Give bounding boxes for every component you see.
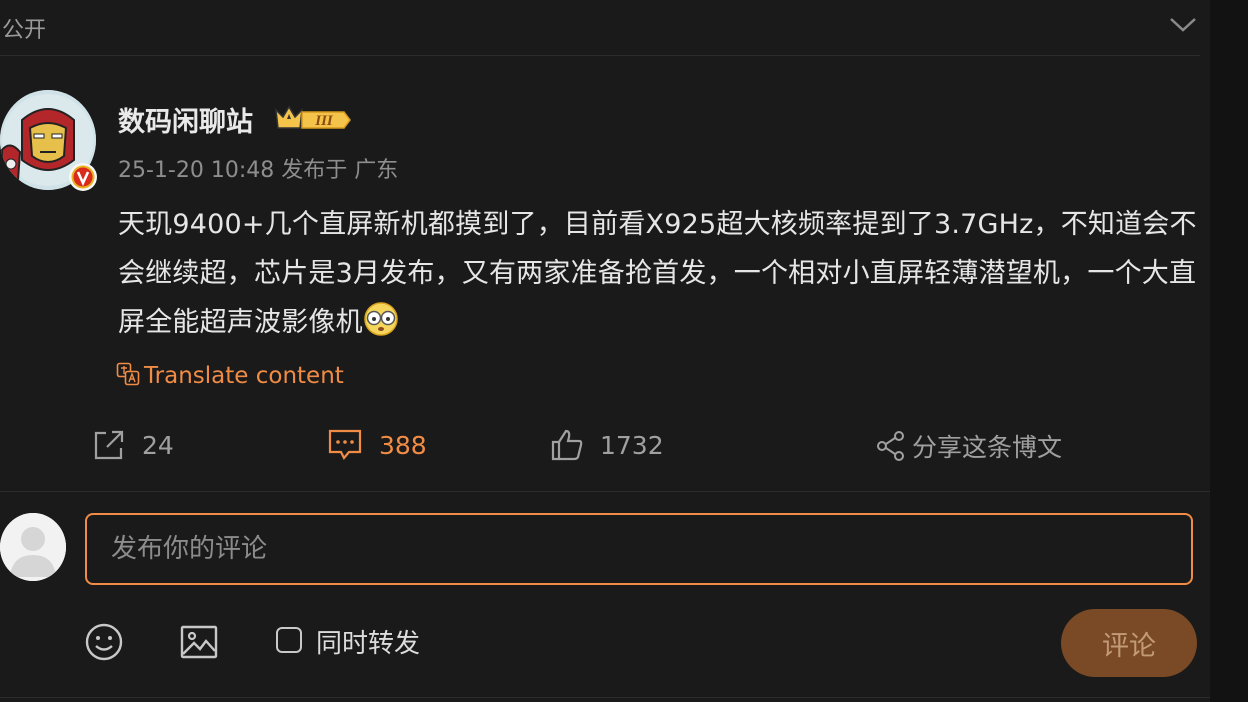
repost-button[interactable]: 24 bbox=[92, 428, 174, 462]
bottom-divider bbox=[0, 697, 1210, 698]
image-upload-icon[interactable] bbox=[179, 622, 219, 662]
repost-checkbox-label[interactable]: 同时转发 bbox=[316, 623, 420, 660]
post-timestamp: 25-1-20 10:48 bbox=[118, 158, 275, 183]
repost-count: 24 bbox=[142, 430, 174, 460]
like-button[interactable]: 1732 bbox=[550, 428, 664, 462]
current-user-avatar[interactable] bbox=[0, 513, 66, 581]
shocked-emoji-icon bbox=[364, 302, 398, 336]
share-label: 分享这条博文 bbox=[912, 433, 1063, 462]
post-text: 天玑9400+几个直屏新机都摸到了，目前看X925超大核频率提到了3.7GHz，… bbox=[118, 209, 1197, 338]
thumbs-up-icon bbox=[551, 429, 583, 461]
chevron-down-icon[interactable] bbox=[1168, 12, 1198, 36]
like-count: 1732 bbox=[600, 430, 664, 460]
share-button[interactable]: 分享这条博文 bbox=[876, 428, 1062, 464]
comment-button[interactable]: 388 bbox=[327, 428, 427, 462]
post-actions: 24 388 1732 分享这条博文 bbox=[0, 428, 1210, 478]
repost-checkbox[interactable] bbox=[276, 627, 302, 653]
emoji-picker-icon[interactable] bbox=[84, 622, 124, 662]
post-body: 天玑9400+几个直屏新机都摸到了，目前看X925超大核频率提到了3.7GHz，… bbox=[118, 200, 1203, 347]
translate-icon bbox=[116, 362, 140, 386]
divider bbox=[0, 491, 1210, 492]
level-text: III bbox=[314, 113, 334, 129]
share-icon bbox=[877, 431, 904, 461]
translate-label: Translate content bbox=[144, 363, 344, 389]
comment-icon bbox=[328, 429, 362, 460]
post-location: 发布于 广东 bbox=[281, 158, 399, 183]
comment-input[interactable] bbox=[85, 513, 1193, 585]
translate-link[interactable]: Translate content bbox=[116, 362, 344, 389]
repost-icon bbox=[94, 430, 124, 460]
crown-level-badge-icon[interactable]: III bbox=[274, 102, 352, 134]
verified-badge-icon bbox=[69, 163, 97, 191]
default-user-icon bbox=[0, 513, 66, 581]
submit-comment-button[interactable]: 评论 bbox=[1061, 609, 1197, 677]
right-gutter bbox=[1210, 0, 1248, 702]
comment-count: 388 bbox=[379, 430, 427, 460]
post-meta: 25-1-20 10:48 发布于 广东 bbox=[118, 152, 398, 184]
visibility-label: 公开 bbox=[2, 18, 47, 43]
visibility-bar[interactable]: 公开 bbox=[0, 0, 1200, 56]
author-name[interactable]: 数码闲聊站 bbox=[118, 100, 253, 139]
